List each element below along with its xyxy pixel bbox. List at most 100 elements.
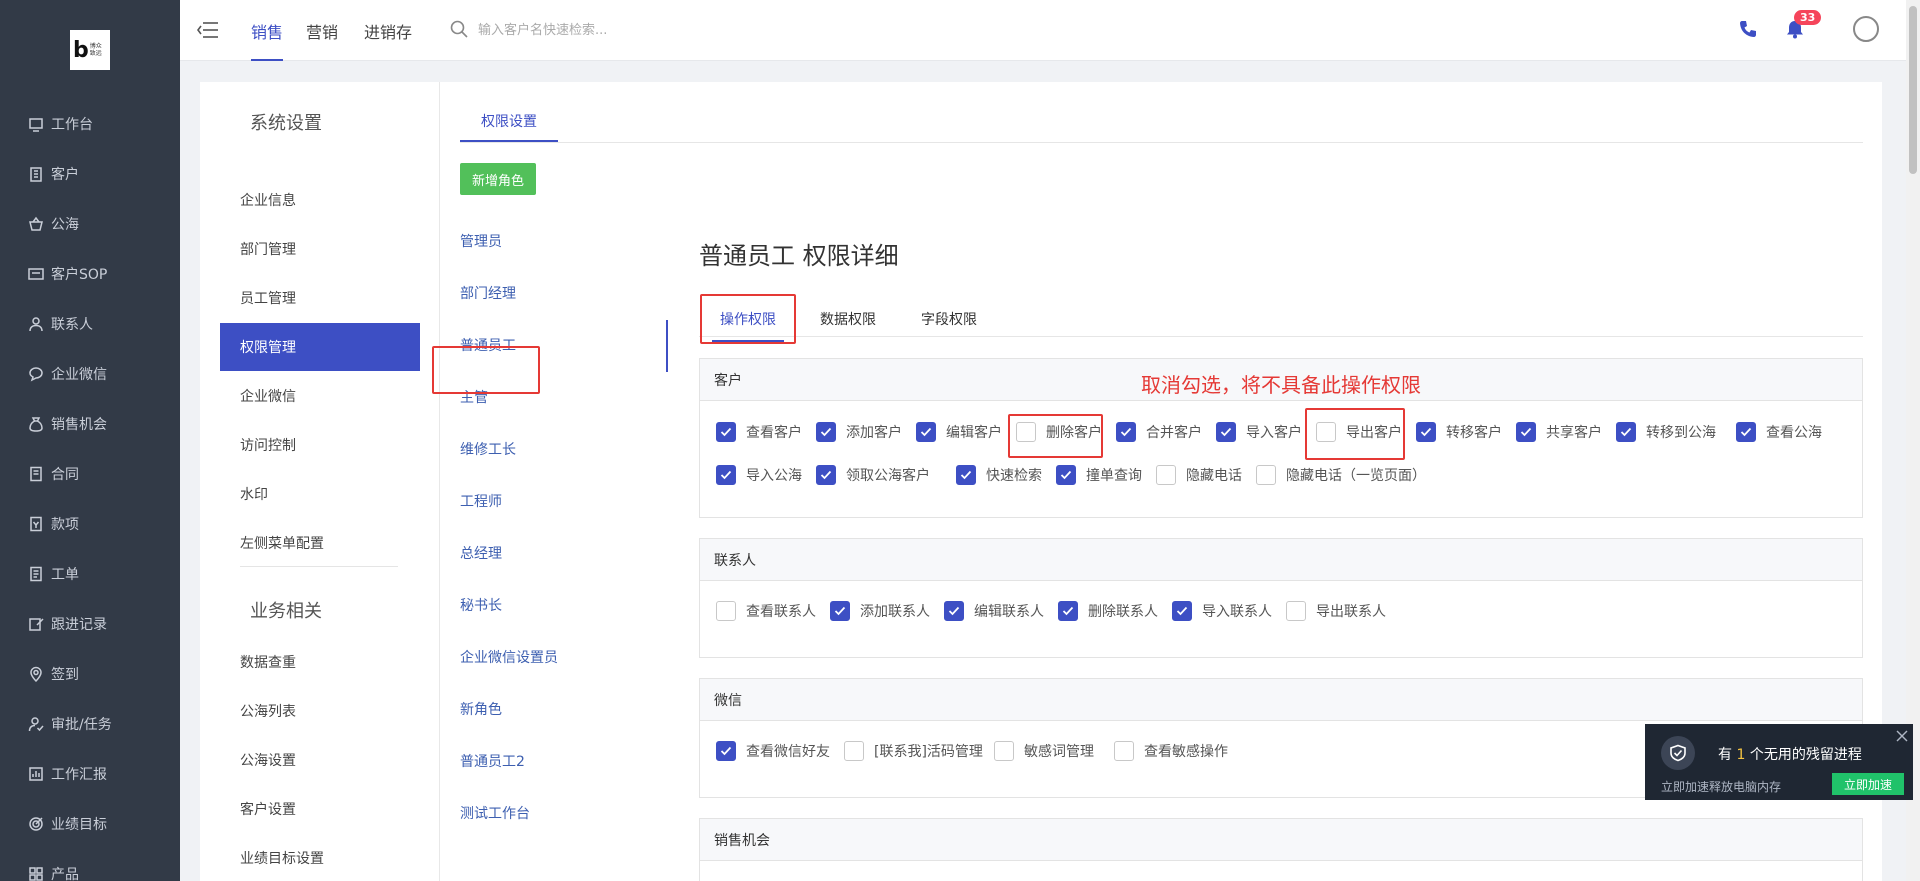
unchecked-checkbox-icon[interactable]	[1256, 465, 1276, 485]
logo[interactable]: b 博众 致远	[70, 30, 110, 70]
nav-item[interactable]: 工作台	[0, 99, 180, 149]
role-item[interactable]: 维修工长	[460, 439, 516, 459]
permission-checkbox[interactable]: 查看客户	[716, 422, 802, 442]
checked-checkbox-icon[interactable]	[830, 601, 850, 621]
business-settings-item[interactable]: 公海设置	[220, 736, 420, 784]
permission-checkbox[interactable]: 编辑客户	[916, 422, 1002, 442]
permission-checkbox[interactable]: 导入联系人	[1172, 601, 1272, 621]
checked-checkbox-icon[interactable]	[816, 465, 836, 485]
nav-item[interactable]: 销售机会	[0, 399, 180, 449]
settings-item[interactable]: 部门管理	[220, 225, 420, 273]
checked-checkbox-icon[interactable]	[1056, 465, 1076, 485]
new-role-button[interactable]: 新增角色	[460, 163, 536, 195]
role-item[interactable]: 秘书长	[460, 595, 502, 615]
permission-checkbox[interactable]: 领取公海客户	[816, 465, 930, 485]
collapse-menu-icon[interactable]	[197, 21, 219, 39]
permission-checkbox[interactable]: 转移到公海	[1616, 422, 1716, 442]
close-icon[interactable]	[1895, 729, 1909, 743]
checked-checkbox-icon[interactable]	[1058, 601, 1078, 621]
permission-checkbox[interactable]: 撞单查询	[1056, 465, 1142, 485]
unchecked-checkbox-icon[interactable]	[994, 741, 1014, 761]
settings-item[interactable]: 访问控制	[220, 421, 420, 469]
business-settings-item[interactable]: 公海列表	[220, 687, 420, 735]
permission-checkbox[interactable]: 敏感词管理	[994, 741, 1094, 761]
permission-checkbox[interactable]: 导入公海	[716, 465, 802, 485]
role-item[interactable]: 普通员工2	[460, 751, 525, 771]
sub-tab[interactable]: 数据权限	[820, 298, 876, 340]
checked-checkbox-icon[interactable]	[956, 465, 976, 485]
checked-checkbox-icon[interactable]	[716, 465, 736, 485]
nav-item[interactable]: 公海	[0, 199, 180, 249]
nav-item[interactable]: 产品	[0, 849, 180, 881]
permission-checkbox[interactable]: 查看微信好友	[716, 741, 830, 761]
phone-icon[interactable]	[1737, 18, 1759, 40]
permission-checkbox[interactable]: 查看敏感操作	[1114, 741, 1228, 761]
nav-item[interactable]: 客户SOP	[0, 249, 180, 299]
business-settings-item[interactable]: 客户设置	[220, 785, 420, 833]
scrollbar-thumb[interactable]	[1909, 6, 1917, 174]
permission-checkbox[interactable]: [联系我]活码管理	[844, 741, 983, 761]
permission-checkbox[interactable]: 删除联系人	[1058, 601, 1158, 621]
nav-item[interactable]: 跟进记录	[0, 599, 180, 649]
checked-checkbox-icon[interactable]	[944, 601, 964, 621]
nav-item[interactable]: 业绩目标	[0, 799, 180, 849]
sub-tab[interactable]: 字段权限	[921, 298, 977, 340]
role-item[interactable]: 工程师	[460, 491, 502, 511]
top-tab-inventory[interactable]: 进销存	[364, 0, 412, 61]
top-tab-sales[interactable]: 销售	[251, 0, 284, 61]
permission-checkbox[interactable]: 隐藏电话	[1156, 465, 1242, 485]
checked-checkbox-icon[interactable]	[1172, 601, 1192, 621]
unchecked-checkbox-icon[interactable]	[844, 741, 864, 761]
permission-checkbox[interactable]: 隐藏电话（一览页面）	[1256, 465, 1426, 485]
nav-item[interactable]: 审批/任务	[0, 699, 180, 749]
top-tab-marketing[interactable]: 营销	[306, 0, 338, 61]
customer-search-input[interactable]	[478, 18, 778, 42]
unchecked-checkbox-icon[interactable]	[716, 601, 736, 621]
nav-item[interactable]: 工单	[0, 549, 180, 599]
tab-permission-settings[interactable]: 权限设置	[460, 102, 558, 142]
checked-checkbox-icon[interactable]	[1216, 422, 1236, 442]
permission-checkbox[interactable]: 添加客户	[816, 422, 902, 442]
business-settings-item[interactable]: 业绩目标设置	[220, 834, 420, 881]
checked-checkbox-icon[interactable]	[1116, 422, 1136, 442]
permission-checkbox[interactable]: 共享客户	[1516, 422, 1602, 442]
role-item[interactable]: 部门经理	[460, 283, 516, 303]
checked-checkbox-icon[interactable]	[716, 422, 736, 442]
settings-item[interactable]: 水印	[220, 470, 420, 518]
business-settings-item[interactable]: 数据查重	[220, 638, 420, 686]
checked-checkbox-icon[interactable]	[1616, 422, 1636, 442]
permission-checkbox[interactable]: 查看公海	[1736, 422, 1822, 442]
permission-checkbox[interactable]: 添加联系人	[830, 601, 930, 621]
role-item[interactable]: 新角色	[460, 699, 502, 719]
role-item[interactable]: 总经理	[460, 543, 502, 563]
nav-item[interactable]: 联系人	[0, 299, 180, 349]
role-item[interactable]: 管理员	[460, 231, 502, 251]
settings-item[interactable]: 企业微信	[220, 372, 420, 420]
role-item[interactable]: 企业微信设置员	[460, 647, 558, 667]
permission-checkbox[interactable]: 导出联系人	[1286, 601, 1386, 621]
unchecked-checkbox-icon[interactable]	[1114, 741, 1134, 761]
permission-checkbox[interactable]: 查看联系人	[716, 601, 816, 621]
checked-checkbox-icon[interactable]	[1736, 422, 1756, 442]
unchecked-checkbox-icon[interactable]	[1156, 465, 1176, 485]
avatar[interactable]	[1853, 16, 1879, 42]
role-item[interactable]: 测试工作台	[460, 803, 530, 823]
settings-item[interactable]: 左侧菜单配置	[220, 519, 420, 567]
checked-checkbox-icon[interactable]	[1416, 422, 1436, 442]
checked-checkbox-icon[interactable]	[816, 422, 836, 442]
nav-item[interactable]: 企业微信	[0, 349, 180, 399]
permission-checkbox[interactable]: 转移客户	[1416, 422, 1502, 442]
unchecked-checkbox-icon[interactable]	[1286, 601, 1306, 621]
nav-item[interactable]: 款项	[0, 499, 180, 549]
permission-checkbox[interactable]: 快速检索	[956, 465, 1042, 485]
speed-up-button[interactable]: 立即加速	[1832, 773, 1904, 795]
settings-item[interactable]: 企业信息	[220, 176, 420, 224]
checked-checkbox-icon[interactable]	[716, 741, 736, 761]
checked-checkbox-icon[interactable]	[916, 422, 936, 442]
permission-checkbox[interactable]: 导入客户	[1216, 422, 1302, 442]
nav-item[interactable]: 客户	[0, 149, 180, 199]
nav-item[interactable]: 工作汇报	[0, 749, 180, 799]
permission-checkbox[interactable]: 编辑联系人	[944, 601, 1044, 621]
checked-checkbox-icon[interactable]	[1516, 422, 1536, 442]
nav-item[interactable]: 合同	[0, 449, 180, 499]
